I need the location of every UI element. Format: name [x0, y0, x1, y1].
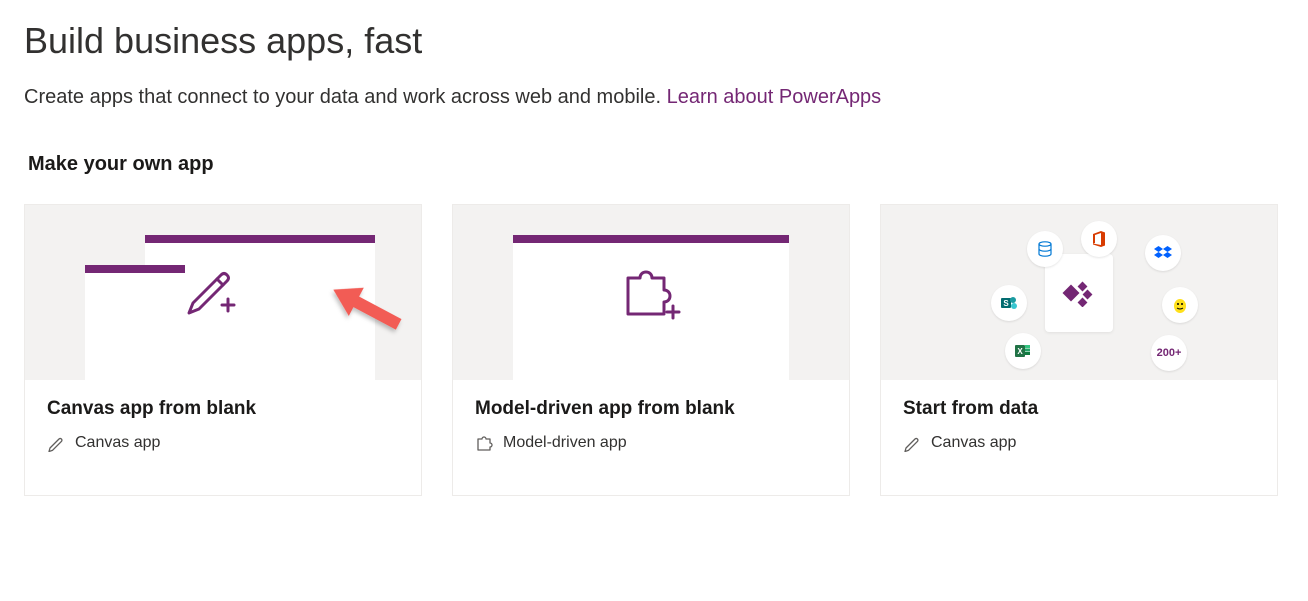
card-canvas-blank[interactable]: Canvas app from blank Canvas app — [24, 204, 422, 496]
pencil-plus-icon — [181, 257, 241, 322]
database-icon — [1027, 231, 1063, 267]
pencil-icon — [903, 434, 921, 452]
card-type: Canvas app — [47, 434, 399, 452]
card-type-label: Model-driven app — [503, 434, 627, 452]
hero-title: Build business apps, fast — [24, 20, 1284, 62]
card-preview: S X 200+ — [881, 205, 1277, 380]
card-title: Canvas app from blank — [47, 398, 399, 420]
office-icon — [1081, 221, 1117, 257]
hero-subtitle: Create apps that connect to your data an… — [24, 86, 1284, 109]
card-title: Model-driven app from blank — [475, 398, 827, 420]
puzzle-icon — [475, 434, 493, 452]
card-model-driven-blank[interactable]: Model-driven app from blank Model-driven… — [452, 204, 850, 496]
hero-subtitle-text: Create apps that connect to your data an… — [24, 86, 667, 108]
powerapps-badge-icon — [1045, 254, 1113, 332]
card-type: Model-driven app — [475, 434, 827, 452]
more-count-badge: 200+ — [1151, 335, 1187, 371]
svg-text:X: X — [1017, 347, 1023, 356]
card-type-label: Canvas app — [931, 434, 1016, 452]
card-start-from-data[interactable]: S X 200+ Start from data — [880, 204, 1278, 496]
cards-row: Canvas app from blank Canvas app — [24, 204, 1284, 496]
svg-text:S: S — [1003, 299, 1009, 308]
sharepoint-icon: S — [991, 285, 1027, 321]
card-type: Canvas app — [903, 434, 1255, 452]
card-preview — [453, 205, 849, 380]
puzzle-plus-icon — [616, 260, 686, 329]
mailchimp-icon — [1162, 287, 1198, 323]
excel-icon: X — [1005, 333, 1041, 369]
pencil-icon — [47, 434, 65, 452]
learn-about-link[interactable]: Learn about PowerApps — [667, 86, 882, 108]
card-preview — [25, 205, 421, 380]
section-heading: Make your own app — [28, 153, 1284, 176]
card-type-label: Canvas app — [75, 434, 160, 452]
dropbox-icon — [1145, 235, 1181, 271]
card-title: Start from data — [903, 398, 1255, 420]
